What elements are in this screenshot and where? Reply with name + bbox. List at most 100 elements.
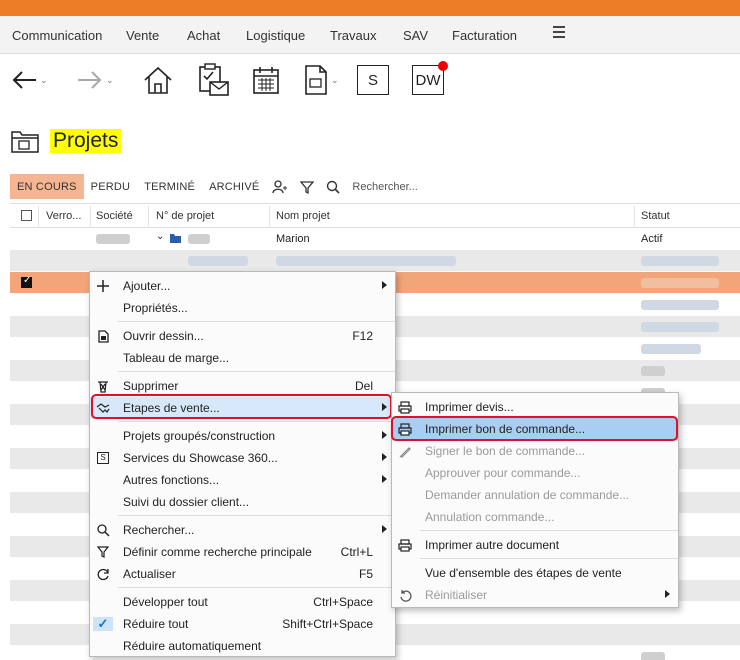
submenu-item-signer-bon[interactable]: Signer le bon de commande... — [392, 440, 678, 462]
highlight-imprimer-bon-commande — [391, 416, 678, 441]
menu-item-label: Projets groupés/construction — [123, 429, 276, 443]
printer-icon — [398, 538, 412, 552]
s-box-icon: S — [357, 65, 389, 95]
grid-header: Verro... Société N° de projet Nom projet… — [10, 203, 740, 228]
menu-facturation[interactable]: Facturation — [452, 28, 517, 43]
menu-item-label: Suivi du dossier client... — [123, 495, 250, 509]
drawing-icon — [96, 329, 110, 343]
tab-en-cours[interactable]: EN COURS — [10, 174, 84, 199]
column-societe[interactable]: Société — [96, 210, 133, 222]
chevron-down-icon: ⌄ — [40, 74, 48, 85]
tasks-mail-button[interactable] — [196, 63, 230, 97]
menu-item-developper-tout[interactable]: Développer tout Ctrl+Space — [90, 591, 395, 613]
expand-chevron-icon[interactable]: ⌄ — [156, 231, 164, 242]
main-menu-bar: Communication Vente Achat Logistique Tra… — [0, 16, 740, 54]
menu-item-projets-groupes[interactable]: Projets groupés/construction — [90, 425, 395, 447]
column-nom-projet[interactable]: Nom projet — [276, 210, 330, 222]
submenu-item-vue-ensemble[interactable]: Vue d'ensemble des étapes de vente — [392, 562, 678, 584]
documents-button[interactable]: ⌄ — [303, 63, 339, 97]
menu-item-tableau-marge[interactable]: Tableau de marge... — [90, 347, 395, 369]
menu-item-label: Demander annulation de commande... — [425, 488, 630, 502]
submenu-arrow-icon — [382, 281, 387, 289]
page-header: Projets — [10, 126, 122, 156]
menu-item-actualiser[interactable]: Actualiser F5 — [90, 563, 395, 585]
menu-vente[interactable]: Vente — [126, 28, 159, 43]
menu-shortcut: Shift+Ctrl+Space — [282, 617, 373, 631]
cell-nom-projet: Marion — [276, 233, 310, 245]
home-button[interactable] — [142, 63, 174, 97]
menu-sav[interactable]: SAV — [403, 28, 428, 43]
menu-communication[interactable]: Communication — [12, 28, 102, 43]
menu-item-rechercher[interactable]: Rechercher... — [90, 519, 395, 541]
folder-icon — [170, 234, 181, 243]
menu-item-label: Réduire automatiquement — [123, 639, 262, 653]
column-numero-projet[interactable]: N° de projet — [156, 210, 214, 222]
calendar-button[interactable] — [251, 63, 281, 97]
menu-item-label: Tableau de marge... — [123, 351, 230, 365]
tab-archive[interactable]: ARCHIVÉ — [202, 174, 266, 199]
submenu-arrow-icon — [382, 525, 387, 533]
menu-item-proprietes[interactable]: Propriétés... — [90, 297, 395, 319]
hamburger-menu-icon[interactable] — [553, 26, 565, 41]
menu-item-label: Imprimer devis... — [425, 400, 514, 414]
context-menu: Ajouter... Propriétés... Ouvrir dessin..… — [89, 271, 396, 657]
filter-bar: EN COURS PERDU TERMINÉ ARCHIVÉ Recherche… — [10, 174, 418, 199]
menu-item-label: Réduire tout — [123, 617, 189, 631]
top-accent-bar — [0, 0, 740, 16]
dw-button[interactable]: DW — [412, 61, 448, 97]
submenu-item-imprimer-autre[interactable]: Imprimer autre document — [392, 534, 678, 556]
user-filter-icon[interactable] — [272, 179, 288, 194]
submenu-item-imprimer-devis[interactable]: Imprimer devis... — [392, 396, 678, 418]
menu-item-reduire-auto[interactable]: Réduire automatiquement — [90, 635, 395, 657]
pen-icon — [398, 444, 412, 458]
blurred-cell — [188, 234, 210, 244]
submenu-item-demander-annulation[interactable]: Demander annulation de commande... — [392, 484, 678, 506]
menu-item-label: Vue d'ensemble des étapes de vente — [425, 566, 622, 580]
menu-item-label: Supprimer — [123, 379, 179, 393]
forward-button[interactable]: ⌄ — [76, 63, 114, 97]
tab-perdu[interactable]: PERDU — [84, 174, 138, 199]
column-verrou[interactable]: Verro... — [46, 210, 81, 222]
filter-icon[interactable] — [300, 180, 315, 194]
menu-achat[interactable]: Achat — [187, 28, 220, 43]
submenu-item-reinitialiser[interactable]: Réinitialiser — [392, 584, 678, 606]
menu-item-suivi-dossier[interactable]: Suivi du dossier client... — [90, 491, 395, 513]
menu-item-showcase[interactable]: S Services du Showcase 360... — [90, 447, 395, 469]
table-row[interactable]: ⌄ Marion Actif — [10, 228, 740, 250]
submenu-arrow-icon — [382, 475, 387, 483]
menu-item-recherche-principale[interactable]: Définir comme recherche principale Ctrl+L — [90, 541, 395, 563]
column-statut[interactable]: Statut — [641, 210, 670, 222]
row-checkbox[interactable] — [21, 275, 32, 288]
back-button[interactable]: ⌄ — [10, 63, 48, 97]
submenu-item-annulation-commande[interactable]: Annulation commande... — [392, 506, 678, 528]
menu-item-label: Développer tout — [123, 595, 208, 609]
tab-termine[interactable]: TERMINÉ — [137, 174, 202, 199]
menu-divider — [118, 421, 395, 422]
search-icon[interactable] — [326, 180, 340, 194]
reset-icon — [398, 588, 412, 602]
search-input[interactable]: Rechercher... — [352, 181, 417, 193]
menu-shortcut: F5 — [358, 567, 373, 581]
menu-item-ouvrir-dessin[interactable]: Ouvrir dessin... F12 — [90, 325, 395, 347]
document-icon — [305, 65, 327, 95]
menu-item-label: Autres fonctions... — [123, 473, 220, 487]
menu-item-autres-fonctions[interactable]: Autres fonctions... — [90, 469, 395, 491]
s-box-icon: S — [96, 451, 110, 465]
check-icon: ✓ — [93, 616, 113, 631]
menu-logistique[interactable]: Logistique — [246, 28, 305, 43]
menu-shortcut: F12 — [352, 329, 373, 343]
table-row[interactable] — [10, 250, 740, 272]
cell-statut: Actif — [641, 233, 663, 245]
page-title: Projets — [50, 129, 122, 153]
menu-travaux[interactable]: Travaux — [330, 28, 376, 43]
menu-item-label: Rechercher... — [123, 523, 195, 537]
search-icon — [96, 523, 110, 537]
showcase-button[interactable]: S — [357, 63, 389, 97]
menu-item-ajouter[interactable]: Ajouter... — [90, 275, 395, 297]
home-icon — [144, 66, 172, 94]
submenu-item-approuver[interactable]: Approuver pour commande... — [392, 462, 678, 484]
menu-item-reduire-tout[interactable]: ✓ Réduire tout Shift+Ctrl+Space — [90, 613, 395, 635]
menu-item-label: Définir comme recherche principale — [123, 545, 312, 559]
arrow-right-icon — [78, 71, 102, 89]
select-all-checkbox[interactable] — [21, 210, 32, 221]
